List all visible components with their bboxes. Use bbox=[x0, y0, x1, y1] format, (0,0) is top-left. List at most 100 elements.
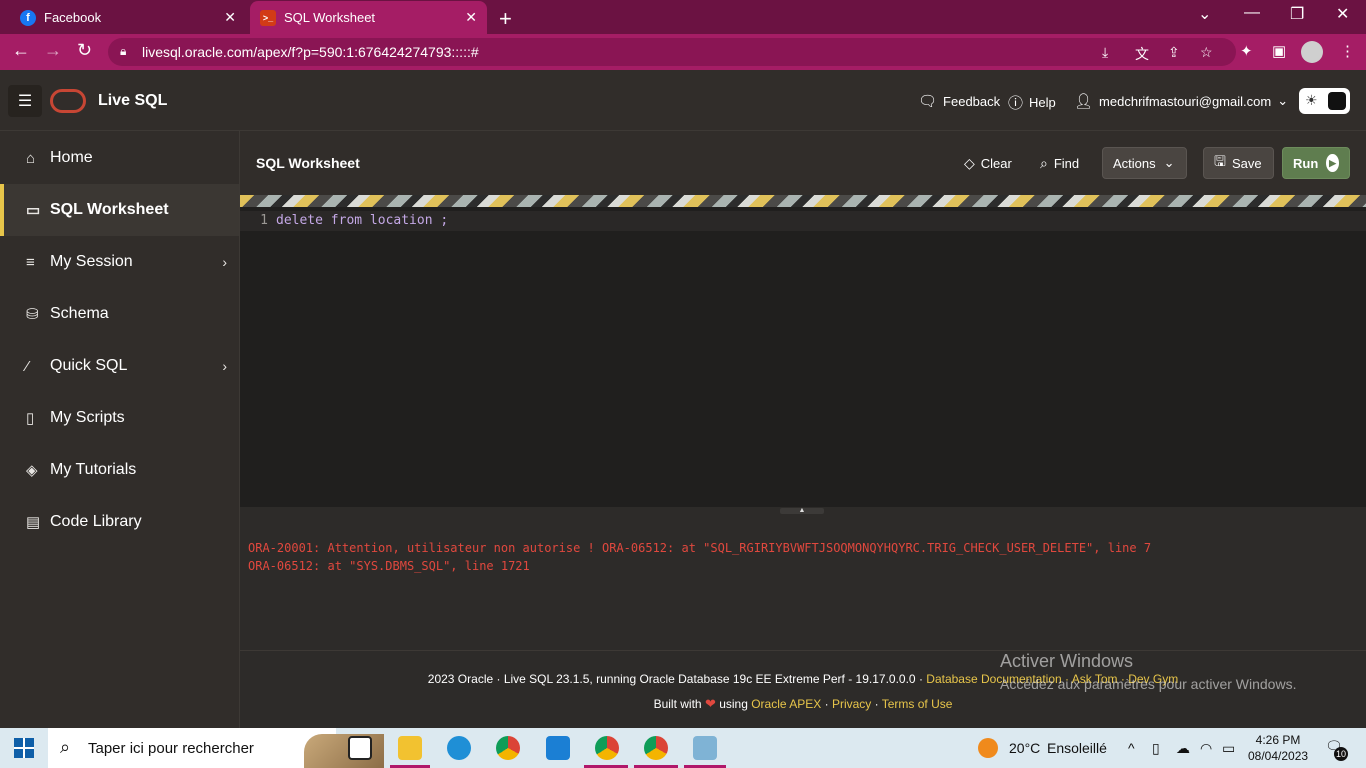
restore-icon[interactable]: ❐ bbox=[1290, 4, 1304, 24]
sidebar-item-label: Home bbox=[50, 149, 93, 166]
sidebar-item-sql-worksheet[interactable]: ▭ SQL Worksheet bbox=[0, 184, 239, 236]
task-view-icon[interactable] bbox=[348, 736, 372, 760]
pane-splitter[interactable]: ▲ bbox=[240, 507, 1366, 515]
separator: · bbox=[874, 697, 879, 711]
app-title: Live SQL bbox=[98, 92, 168, 109]
code-line[interactable]: 1 delete from location ; bbox=[240, 211, 1366, 231]
close-tab-icon[interactable]: ✕ bbox=[224, 9, 236, 26]
clock-date: 08/04/2023 bbox=[1248, 749, 1309, 763]
decorative-pattern-band bbox=[240, 195, 1366, 207]
floppy-icon: 🖫︎ bbox=[1214, 153, 1226, 169]
notification-center[interactable]: 🗨︎ 10 bbox=[1325, 738, 1349, 761]
minimize-icon[interactable]: — bbox=[1244, 4, 1260, 22]
wifi-icon[interactable]: ◠ bbox=[1200, 740, 1212, 757]
device-icon[interactable]: ▯ bbox=[1152, 740, 1160, 757]
side-panel-icon[interactable]: ▣ bbox=[1272, 42, 1286, 60]
close-window-icon[interactable]: ✕ bbox=[1336, 4, 1349, 24]
taskbar-search[interactable]: ⌕ Taper ici pour rechercher bbox=[48, 728, 384, 768]
code-text[interactable]: delete from location ; bbox=[276, 213, 448, 228]
main-content: SQL Worksheet ◇ Clear ⌕ Find Actions ⌄ 🖫… bbox=[240, 131, 1366, 728]
feedback-link[interactable]: 🗨︎ Feedback bbox=[918, 92, 1000, 110]
worksheet-icon: ▭ bbox=[26, 202, 41, 219]
theme-toggle[interactable]: ☀ bbox=[1299, 88, 1350, 114]
using-text: using bbox=[719, 697, 748, 711]
sidebar-item-schema[interactable]: ⛁ Schema bbox=[0, 288, 239, 340]
facebook-icon: f bbox=[20, 9, 36, 26]
edge-icon[interactable] bbox=[447, 736, 471, 760]
url-text: livesql.oracle.com/apex/f?p=590:1:676424… bbox=[142, 44, 479, 60]
file-icon: ▯ bbox=[26, 410, 35, 427]
close-tab-icon[interactable]: ✕ bbox=[465, 9, 477, 26]
footer-copyright: 2023 Oracle · Live SQL 23.1.5, running O… bbox=[427, 672, 923, 686]
profile-avatar[interactable] bbox=[1301, 41, 1323, 63]
eraser-icon: ◇ bbox=[964, 154, 975, 171]
taskbar-clock[interactable]: 4:26 PM 08/04/2023 bbox=[1248, 732, 1308, 764]
address-bar[interactable]: 🔒︎ livesql.oracle.com/apex/f?p=590:1:676… bbox=[108, 38, 1236, 66]
chevron-up-icon[interactable]: ^ bbox=[1128, 740, 1135, 756]
sidebar-item-quick-sql[interactable]: ⁄ Quick SQL › bbox=[0, 340, 239, 392]
sql-editor[interactable]: 1 delete from location ; bbox=[240, 207, 1366, 507]
weather-description[interactable]: Ensoleillé bbox=[1047, 740, 1107, 756]
battery-icon[interactable]: ▭ bbox=[1222, 740, 1235, 757]
mail-icon[interactable] bbox=[546, 736, 570, 760]
splitter-handle[interactable]: ▲ bbox=[780, 507, 824, 514]
share-icon[interactable]: ⇪ bbox=[1168, 44, 1180, 61]
chrome-profile-icon[interactable] bbox=[595, 736, 619, 760]
sidebar-item-home[interactable]: ⌂ Home bbox=[0, 132, 239, 184]
sidebar-item-code-library[interactable]: ▤ Code Library bbox=[0, 496, 239, 548]
page-title: SQL Worksheet bbox=[256, 155, 360, 171]
speech-bubble-icon: 🗨︎ bbox=[918, 93, 938, 110]
oracle-logo bbox=[50, 89, 86, 113]
sidebar-item-my-session[interactable]: ≡ My Session › bbox=[0, 236, 239, 288]
weather-temp[interactable]: 20°C bbox=[1009, 740, 1040, 756]
sun-icon: ☀ bbox=[1305, 92, 1318, 108]
output-pane: ORA-20001: Attention, utilisateur non au… bbox=[240, 515, 1366, 650]
sidebar-item-my-scripts[interactable]: ▯ My Scripts bbox=[0, 392, 239, 444]
bookmark-star-icon[interactable]: ☆ bbox=[1200, 44, 1213, 61]
app-icon[interactable] bbox=[693, 736, 717, 760]
home-icon: ⌂ bbox=[26, 149, 36, 167]
browser-tab-strip: f Facebook ✕ >_ SQL Worksheet ✕ + ⌄ — ❐ … bbox=[0, 0, 1366, 34]
tab-facebook[interactable]: f Facebook ✕ bbox=[8, 1, 246, 34]
browser-menu-icon[interactable]: ⋮ bbox=[1340, 42, 1355, 60]
clock-time: 4:26 PM bbox=[1255, 733, 1301, 747]
run-button[interactable]: Run ▶ bbox=[1282, 147, 1350, 179]
forward-icon[interactable]: → bbox=[44, 40, 62, 61]
translate-icon[interactable]: 文 bbox=[1135, 44, 1149, 64]
graduation-icon: ◈ bbox=[26, 462, 38, 479]
reload-icon[interactable]: ↻ bbox=[77, 40, 92, 61]
file-explorer-icon[interactable] bbox=[398, 736, 422, 760]
dark-mode-knob bbox=[1328, 92, 1346, 110]
built-with-text: Built with bbox=[653, 697, 702, 711]
terms-of-use-link[interactable]: Terms of Use bbox=[882, 697, 953, 711]
actions-button[interactable]: Actions ⌄ bbox=[1102, 147, 1187, 179]
line-number: 1 bbox=[260, 213, 268, 228]
windows-activation-title: Activer Windows bbox=[1000, 651, 1134, 671]
search-highlight-image bbox=[304, 734, 384, 768]
tab-sql-worksheet[interactable]: >_ SQL Worksheet ✕ bbox=[250, 1, 487, 34]
install-icon[interactable]: ⤓ bbox=[1102, 44, 1108, 61]
hamburger-menu-button[interactable]: ☰ bbox=[8, 85, 42, 117]
find-button[interactable]: ⌕ Find bbox=[1030, 147, 1089, 179]
sun-weather-icon[interactable] bbox=[978, 738, 998, 758]
actions-label: Actions bbox=[1113, 155, 1156, 171]
chrome-profile-b-icon[interactable] bbox=[644, 736, 668, 760]
tab-search-icon[interactable]: ⌄ bbox=[1198, 4, 1211, 24]
notification-count: 10 bbox=[1334, 747, 1348, 761]
user-menu[interactable]: 👤︎ medchrifmastouri@gmail.com ⌄ bbox=[1074, 92, 1288, 110]
back-icon[interactable]: ← bbox=[12, 40, 30, 61]
oracle-apex-link[interactable]: Oracle APEX bbox=[751, 697, 821, 711]
cloud-icon[interactable]: ☁ bbox=[1176, 740, 1190, 757]
new-tab-button[interactable]: + bbox=[499, 6, 512, 32]
clear-button[interactable]: ◇ Clear bbox=[954, 147, 1022, 179]
sidebar-item-my-tutorials[interactable]: ◈ My Tutorials bbox=[0, 444, 239, 496]
windows-start-icon[interactable] bbox=[14, 738, 34, 758]
privacy-link[interactable]: Privacy bbox=[832, 697, 871, 711]
save-button[interactable]: 🖫︎ Save bbox=[1203, 147, 1274, 179]
windows-taskbar: ⌕ Taper ici pour rechercher 20°C Ensolei… bbox=[0, 728, 1366, 768]
extensions-icon[interactable]: ✦ bbox=[1240, 42, 1253, 60]
help-link[interactable]: ⓘ Help bbox=[1008, 92, 1056, 113]
chrome-icon[interactable] bbox=[496, 736, 520, 760]
chevron-right-icon: › bbox=[222, 254, 227, 270]
search-placeholder: Taper ici pour rechercher bbox=[88, 740, 254, 757]
